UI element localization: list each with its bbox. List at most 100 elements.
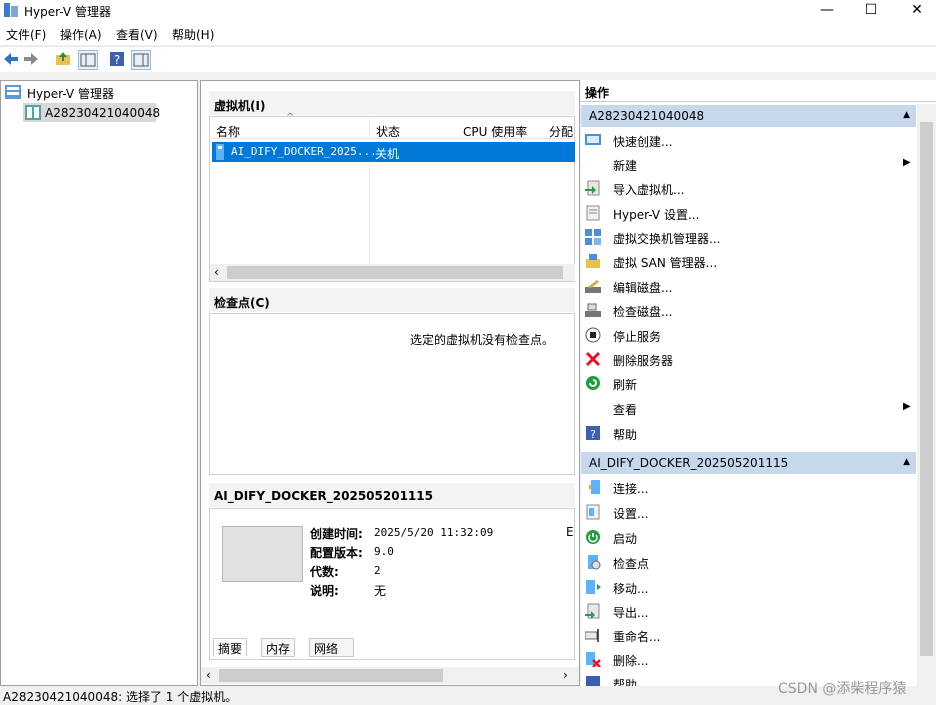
action-virtual-switch[interactable]: 虚拟交换机管理器... [585, 227, 915, 249]
action-label: 虚拟 SAN 管理器... [613, 256, 718, 270]
scroll-thumb[interactable] [227, 266, 563, 279]
scroll-right-icon[interactable]: › [563, 668, 568, 682]
power-icon [585, 529, 601, 545]
vm-settings-icon [585, 504, 601, 520]
action-label: 删除... [613, 654, 649, 668]
connect-icon [585, 479, 601, 495]
delete-x-icon [585, 351, 601, 367]
action-help-host[interactable]: ? 帮助 [585, 423, 915, 445]
field-value-config-version: 9.0 [374, 545, 394, 558]
maximize-button[interactable]: ☐ [848, 0, 894, 22]
action-label: 虚拟交换机管理器... [613, 232, 721, 246]
hyperv-manager-icon [5, 85, 21, 99]
vm-horizontal-scrollbar[interactable]: ‹ [210, 264, 575, 281]
action-label: 检查点 [613, 557, 650, 571]
actions-vertical-scrollbar[interactable] [917, 104, 936, 686]
column-cpu[interactable]: CPU 使用率 [463, 123, 527, 140]
tree-root[interactable]: Hyper-V 管理器 [5, 83, 185, 101]
action-stop-service[interactable]: 停止服务 [585, 325, 915, 347]
quick-create-icon [585, 132, 601, 148]
export-icon [585, 603, 601, 619]
center-horizontal-scrollbar[interactable]: ‹ › [201, 667, 579, 684]
menu-file[interactable]: 文件(F) [6, 26, 46, 43]
tree-host-label: A28230421040048 [45, 106, 161, 120]
column-state[interactable]: 状态 [376, 123, 400, 140]
action-virtual-san[interactable]: 虚拟 SAN 管理器... [585, 251, 915, 273]
checkpoint-empty-text: 选定的虚拟机没有检查点。 [410, 333, 555, 347]
action-move[interactable]: 移动... [585, 577, 915, 599]
action-label: 查看 [613, 403, 638, 417]
rename-icon [584, 627, 601, 643]
action-export[interactable]: 导出... [585, 601, 915, 623]
forward-arrow-icon[interactable] [22, 50, 42, 70]
scroll-left-icon[interactable]: ‹ [214, 265, 219, 279]
sort-arrow-icon: ^ [286, 112, 295, 123]
minimize-button[interactable]: — [804, 0, 850, 22]
vm-thumbnail [222, 526, 303, 582]
scroll-thumb[interactable] [219, 669, 443, 682]
action-label: 启动 [613, 532, 638, 546]
collapse-icon[interactable]: ▲ [903, 457, 910, 467]
action-rename[interactable]: 重命名... [584, 625, 915, 647]
status-text: A28230421040048: 选择了 1 个虚拟机。 [3, 690, 238, 704]
field-label-config-version: 配置版本: [310, 546, 363, 560]
field-value-generation: 2 [374, 564, 381, 577]
vm-list [209, 116, 575, 282]
action-import-vm[interactable]: 导入虚拟机... [585, 178, 915, 200]
svg-text:?: ? [590, 428, 596, 441]
actions-title: 操作 [585, 86, 610, 100]
actions-group-host[interactable]: A28230421040048 ▲ [581, 105, 916, 127]
vm-section-header: 虚拟机(I) [209, 91, 575, 115]
column-divider [369, 117, 370, 264]
delete-vm-icon [585, 651, 601, 668]
action-refresh[interactable]: 刷新 [585, 373, 915, 395]
action-edit-disk[interactable]: 编辑磁盘... [585, 276, 915, 298]
action-label: 帮助 [613, 678, 638, 686]
up-folder-icon[interactable] [54, 50, 74, 70]
close-button[interactable]: ✕ [894, 0, 936, 22]
actions-divider [581, 101, 936, 102]
action-inspect-disk[interactable]: 检查磁盘... [585, 300, 915, 322]
menu-view[interactable]: 查看(V) [116, 26, 158, 43]
action-start[interactable]: 启动 [585, 527, 915, 549]
action-quick-create[interactable]: 快速创建... [585, 130, 915, 152]
back-arrow-icon[interactable] [2, 50, 22, 70]
inspect-disk-icon [585, 302, 601, 318]
show-tree-icon[interactable] [78, 50, 98, 70]
action-label: 导入虚拟机... [613, 183, 685, 197]
action-label: 刷新 [613, 378, 638, 392]
scroll-thumb[interactable] [920, 122, 933, 656]
vm-name: AI_DIFY_DOCKER_2025... [231, 145, 377, 158]
column-assigned[interactable]: 分配 [549, 123, 573, 140]
tab-memory[interactable]: 内存 [261, 638, 296, 657]
server-icon [25, 105, 41, 120]
action-label: 快速创建... [613, 135, 673, 149]
collapse-icon[interactable]: ▲ [903, 110, 910, 120]
actions-group-vm[interactable]: AI_DIFY_DOCKER_202505201115 ▲ [581, 452, 916, 474]
action-vm-settings[interactable]: 设置... [585, 502, 915, 524]
tab-network[interactable]: 网络 [309, 638, 354, 657]
action-delete[interactable]: 删除... [585, 649, 915, 671]
action-view[interactable]: 查看 ▶ [585, 398, 915, 420]
action-hyperv-settings[interactable]: Hyper-V 设置... [585, 203, 915, 225]
show-action-pane-icon[interactable] [131, 50, 151, 70]
host-group-label: A28230421040048 [589, 109, 705, 123]
action-label: 连接... [613, 482, 649, 496]
action-remove-server[interactable]: 删除服务器 [585, 349, 915, 371]
menu-help[interactable]: 帮助(H) [172, 26, 214, 43]
table-row[interactable]: AI_DIFY_DOCKER_2025... 关机 [212, 142, 575, 162]
tree-host-item[interactable]: A28230421040048 [23, 103, 160, 122]
column-name[interactable]: 名称 [216, 123, 240, 140]
stop-icon [585, 327, 601, 343]
action-label: 删除服务器 [613, 354, 674, 368]
help-icon[interactable]: ? [108, 50, 128, 70]
menu-action[interactable]: 操作(A) [60, 26, 102, 43]
scroll-left-icon[interactable]: ‹ [206, 668, 211, 682]
action-label: 重命名... [613, 630, 661, 644]
action-label: Hyper-V 设置... [613, 208, 700, 222]
action-connect[interactable]: 连接... [585, 477, 915, 499]
tab-summary[interactable]: 摘要 [213, 638, 248, 657]
action-checkpoint[interactable]: 检查点 [585, 552, 915, 574]
action-new[interactable]: 新建 ▶ [585, 154, 915, 176]
truncated-text: E [566, 525, 574, 539]
